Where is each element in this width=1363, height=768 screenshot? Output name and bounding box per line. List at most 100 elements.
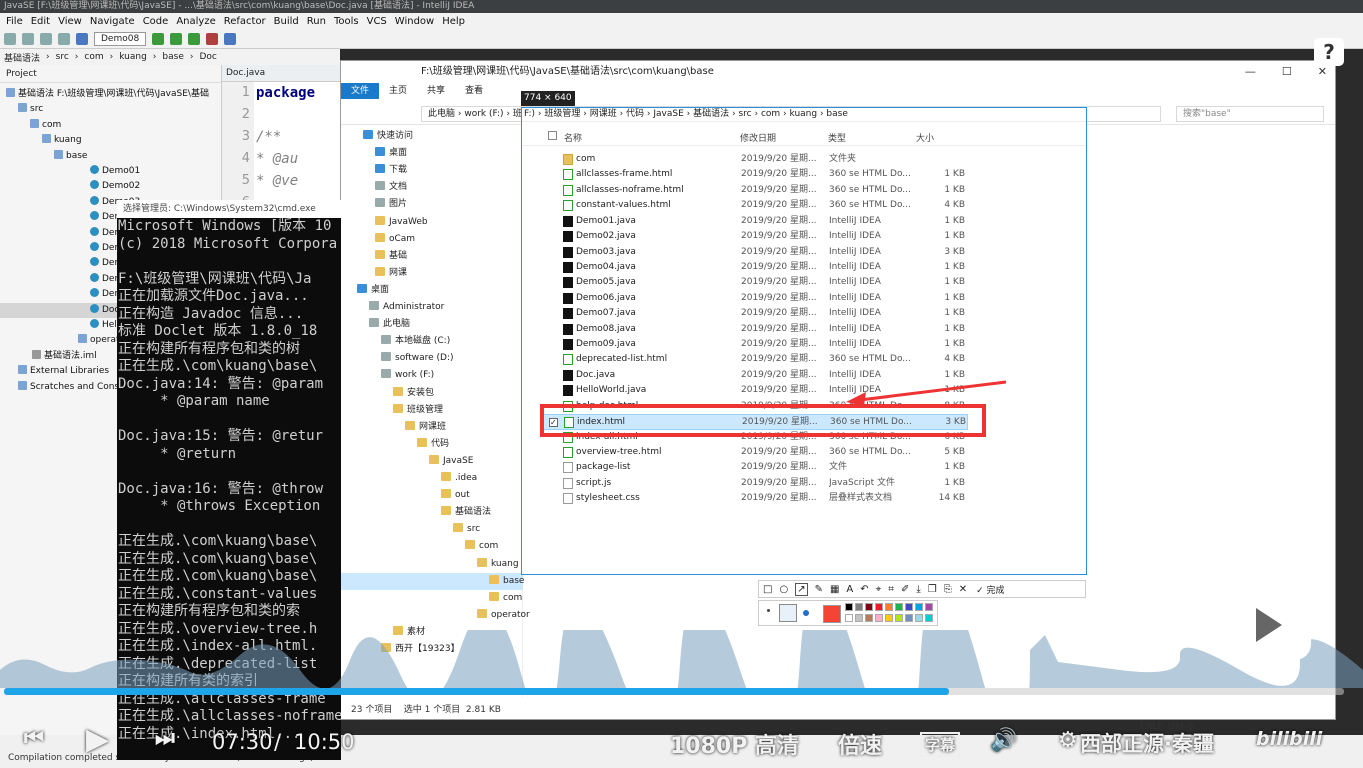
menu-item-analyze[interactable]: Analyze [176, 16, 215, 27]
ribbon-tab[interactable]: 主页 [379, 83, 417, 99]
coverage-icon[interactable] [188, 32, 201, 45]
color-swatch[interactable] [865, 603, 873, 611]
file-row[interactable]: Demo07.java 2019/9/20 星期... IntelliJ IDEA 1… [542, 306, 968, 321]
nav-item[interactable]: operator [341, 607, 530, 624]
nav-item[interactable]: com [341, 538, 498, 555]
brush-large-icon[interactable] [803, 610, 809, 616]
menu-item-edit[interactable]: Edit [31, 16, 50, 27]
col-date[interactable]: 修改日期 [740, 131, 776, 144]
menu-item-navigate[interactable]: Navigate [90, 16, 135, 27]
nav-item[interactable]: 桌面 [341, 282, 389, 299]
select-all-checkbox[interactable] [548, 131, 557, 140]
menu-item-tools[interactable]: Tools [334, 16, 359, 27]
col-type[interactable]: 类型 [828, 131, 846, 144]
editor-tab[interactable]: Doc.java [222, 65, 340, 82]
copy-icon[interactable]: ❐ [928, 584, 937, 595]
breadcrumb-item[interactable]: kuang [119, 52, 147, 62]
bookmark-icon[interactable]: ⎘ [944, 584, 952, 595]
done-button[interactable]: ✓ 完成 [976, 583, 1004, 596]
previous-icon[interactable]: ⏮ [24, 726, 44, 751]
code-area[interactable]: package /** * @au * @ve [256, 82, 315, 214]
address-segment[interactable]: 代码 [626, 109, 644, 119]
color-swatch[interactable] [885, 603, 893, 611]
stop-icon[interactable] [206, 32, 219, 45]
screenshot-capture-region[interactable]: F:) › 班级管理 › 网课班 › 代码 › JavaSE › 基础语法 › … [521, 107, 1087, 575]
subtitle-button[interactable]: 字幕 [920, 732, 961, 757]
undo-icon[interactable]: ↶ [860, 584, 868, 595]
breadcrumb-item[interactable]: com [84, 52, 103, 62]
color-swatch[interactable] [855, 614, 863, 622]
address-segment[interactable]: F:) [524, 109, 535, 119]
file-row[interactable]: stylesheet.css 2019/9/20 星期... 层叠样式表文档 14 K… [542, 491, 968, 506]
quality-button[interactable]: 1080P 高清 [670, 728, 799, 760]
file-row[interactable]: Demo03.java 2019/9/20 星期... IntelliJ IDEA 3… [542, 245, 968, 260]
search-input[interactable]: 搜索"base" [1176, 106, 1324, 122]
breadcrumb-item[interactable]: Doc [199, 52, 216, 62]
menu-item-help[interactable]: Help [442, 16, 465, 27]
menu-item-view[interactable]: View [58, 16, 82, 27]
pin-icon[interactable]: ⌖ [876, 584, 882, 595]
tree-item[interactable]: 基础语法 F:\班级管理\网课班\代码\JavaSE\基础 [0, 87, 209, 102]
menu-item-run[interactable]: Run [307, 16, 326, 27]
tree-item[interactable]: kuang [0, 133, 82, 148]
ocr-icon[interactable]: ⌗ [888, 584, 894, 595]
close-icon[interactable]: ✕ [1318, 65, 1327, 78]
brush-small-icon[interactable] [767, 609, 770, 612]
file-row[interactable]: deprecated-list.html 2019/9/20 星期... 360 s… [542, 352, 968, 367]
brush-medium-icon[interactable] [779, 604, 797, 622]
tree-item[interactable]: External Libraries [0, 364, 109, 379]
file-row[interactable]: overview-tree.html 2019/9/20 星期... 360 se … [542, 445, 968, 460]
breadcrumb-item[interactable]: base [162, 52, 183, 62]
breadcrumb-item[interactable]: src [56, 52, 69, 62]
ribbon-tab[interactable]: 文件 [341, 83, 380, 99]
file-row[interactable]: Demo05.java 2019/9/20 星期... IntelliJ IDEA 1… [542, 275, 968, 290]
nav-item[interactable]: kuang [341, 556, 519, 573]
color-swatch[interactable] [905, 603, 913, 611]
color-swatch[interactable] [915, 603, 923, 611]
nav-item[interactable]: 素材 [341, 624, 425, 641]
menu-item-refactor[interactable]: Refactor [224, 16, 266, 27]
color-swatch[interactable] [895, 603, 903, 611]
nav-item[interactable]: com [341, 590, 522, 607]
color-swatch[interactable] [925, 614, 933, 622]
text-icon[interactable]: A [846, 584, 853, 595]
project-header[interactable]: Project [0, 65, 221, 83]
menu-item-file[interactable]: File [6, 16, 23, 27]
save-icon[interactable] [4, 32, 16, 45]
cancel-icon[interactable]: ✕ [959, 584, 967, 595]
mosaic-icon[interactable]: ▦ [830, 584, 839, 595]
color-swatch[interactable] [925, 603, 933, 611]
color-swatch[interactable] [895, 614, 903, 622]
address-segment[interactable]: JavaSE [653, 109, 683, 119]
color-swatch[interactable] [885, 614, 893, 622]
nav-item[interactable]: .idea [341, 470, 477, 487]
run-config-select[interactable]: Demo08 [94, 31, 147, 46]
ribbon-tab[interactable]: 共享 [417, 83, 455, 99]
nav-item[interactable]: 网课 [341, 265, 407, 282]
menu-item-build[interactable]: Build [274, 16, 299, 27]
nav-item[interactable]: 班级管理 [341, 402, 443, 419]
tree-item[interactable]: Demo02 [0, 179, 140, 194]
settings-icon[interactable]: ⚙ [1058, 728, 1078, 753]
address-segment[interactable]: 网课班 [590, 109, 617, 119]
file-row[interactable]: allclasses-noframe.html 2019/9/20 星期... 36… [542, 183, 968, 198]
color-swatch[interactable] [845, 614, 853, 622]
menu-item-vcs[interactable]: VCS [367, 16, 387, 27]
tree-item[interactable]: 基础语法.iml [0, 349, 97, 364]
color-pick-icon[interactable]: ✐ [901, 584, 909, 595]
minimize-icon[interactable]: — [1245, 65, 1256, 78]
col-name[interactable]: 名称 [564, 131, 582, 144]
color-swatch[interactable] [875, 603, 883, 611]
tree-item[interactable]: base [0, 149, 87, 164]
file-row[interactable]: Demo02.java 2019/9/20 星期... IntelliJ IDEA 1… [542, 229, 968, 244]
play-icon[interactable]: ▶ [86, 722, 109, 757]
tree-item[interactable]: Demo01 [0, 164, 140, 179]
nav-item[interactable]: 桌面 [341, 145, 407, 162]
col-size[interactable]: 大小 [916, 131, 934, 144]
nav-item[interactable]: 基础语法 [341, 504, 491, 521]
nav-item[interactable]: JavaSE [341, 453, 473, 470]
menu-item-code[interactable]: Code [143, 16, 169, 27]
color-swatch[interactable] [915, 614, 923, 622]
current-color-swatch[interactable] [823, 605, 841, 623]
nav-item[interactable]: 代码 [341, 436, 449, 453]
